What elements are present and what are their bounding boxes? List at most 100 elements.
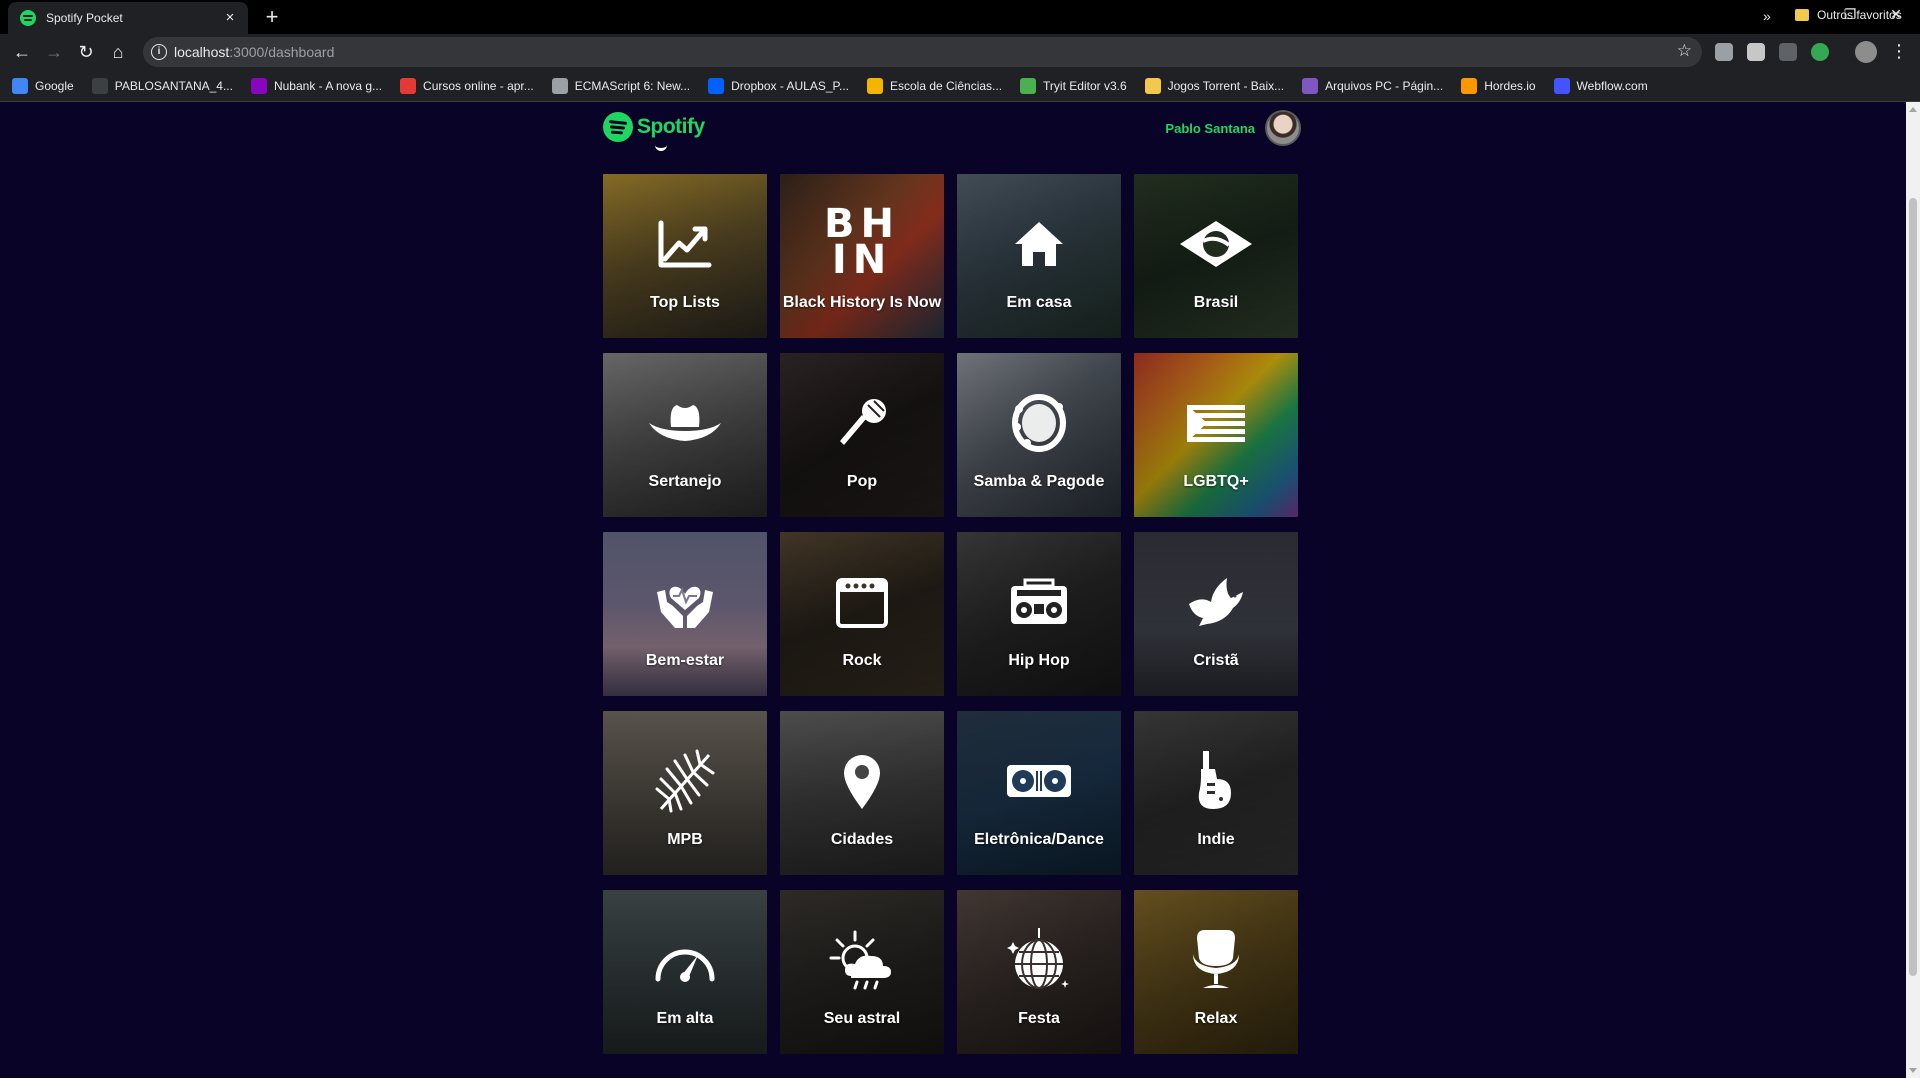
category-tile[interactable]: BH IN Black History Is Now (780, 174, 944, 338)
category-tile[interactable]: Festa (957, 890, 1121, 1054)
tab-close-icon[interactable]: × (222, 10, 238, 26)
category-tile[interactable]: Brasil (1134, 174, 1298, 338)
bookmark-item[interactable]: PABLOSANTANA_4... (91, 77, 233, 94)
category-label: Sertanejo (648, 473, 722, 490)
user-name: Pablo Santana (1165, 120, 1255, 136)
category-label: Bem-estar (645, 652, 725, 669)
other-bookmarks-folder[interactable]: Outros favoritos (1795, 8, 1902, 22)
palm-leaf-icon (647, 749, 723, 813)
map-pin-icon (824, 751, 900, 811)
page-scrollbar[interactable] (1906, 102, 1920, 1078)
reload-button[interactable]: ↻ (72, 38, 100, 66)
new-tab-button[interactable]: + (260, 6, 284, 30)
category-tile[interactable]: Cristã (1134, 532, 1298, 696)
site-info-icon[interactable]: i (151, 44, 167, 60)
address-bar[interactable]: i localhost:3000/dashboard ☆ (143, 37, 1702, 67)
category-tile[interactable]: Cidades (780, 711, 944, 875)
bookmark-favicon-icon (551, 77, 568, 94)
bookmark-item[interactable]: Escola de Ciências... (866, 77, 1002, 94)
bhin-logo: BH IN (824, 201, 900, 283)
bookmark-favicon-icon (12, 77, 28, 94)
bookmark-item[interactable]: Hordes.io (1461, 77, 1536, 94)
weather-sun-cloud-icon (824, 930, 900, 990)
bookmark-item[interactable]: Google (12, 77, 74, 94)
bookmark-favicon-icon (250, 77, 267, 94)
category-tile[interactable]: Em casa (957, 174, 1121, 338)
tab-title: Spotify Pocket (46, 11, 123, 25)
boombox-icon (1001, 572, 1077, 632)
bookmark-item[interactable]: Arquivos PC - Págin... (1302, 77, 1444, 94)
bookmark-label: Arquivos PC - Págin... (1325, 78, 1444, 93)
category-label: LGBTQ+ (1183, 473, 1249, 490)
category-tile[interactable]: Pop (780, 353, 944, 517)
category-grid: Top Lists BH IN Black History Is Now Em casa… (603, 174, 1298, 1054)
bookmark-favicon-icon (1553, 77, 1570, 94)
user-menu[interactable]: Pablo Santana (1165, 110, 1301, 146)
back-button[interactable]: ← (8, 38, 36, 66)
category-tile[interactable]: Relax (1134, 890, 1298, 1054)
category-tile[interactable]: Indie (1134, 711, 1298, 875)
category-label: Em alta (656, 1010, 714, 1027)
heading-fragment (655, 145, 667, 151)
app-header: Spotify Pablo Santana (603, 108, 1301, 148)
category-tile[interactable]: Rock (780, 532, 944, 696)
category-label: Cidades (830, 831, 894, 848)
home-button[interactable]: ⌂ (104, 38, 132, 66)
turntables-icon (1001, 751, 1077, 811)
tambourine-icon (1001, 393, 1077, 453)
bookmark-item[interactable]: Webflow.com (1553, 77, 1648, 94)
bookmark-label: Nubank - A nova g... (273, 78, 383, 93)
bookmark-item[interactable]: Nubank - A nova g... (250, 77, 383, 94)
browser-menu-icon[interactable]: ⋮ (1890, 42, 1908, 60)
microphone-icon (824, 393, 900, 453)
spotify-logo[interactable]: Spotify (603, 112, 705, 142)
extension-code-icon[interactable] (1779, 43, 1797, 61)
extension-puzzle-icon[interactable] (1747, 43, 1765, 61)
profile-avatar-icon[interactable] (1855, 41, 1877, 63)
bookmark-item[interactable]: Tryit Editor v3.6 (1020, 77, 1127, 94)
category-tile[interactable]: Top Lists (603, 174, 767, 338)
bookmark-favicon-icon (1302, 77, 1319, 94)
bookmark-label: Tryit Editor v3.6 (1043, 78, 1127, 93)
bookmark-item[interactable]: ECMAScript 6: New... (551, 77, 690, 94)
scroll-down-icon[interactable] (1909, 1068, 1917, 1073)
user-avatar (1265, 110, 1301, 146)
trending-up-icon (647, 214, 723, 274)
other-bookmarks-label: Outros favoritos (1817, 8, 1902, 22)
category-tile[interactable]: LGBTQ+ (1134, 353, 1298, 517)
category-label: Indie (1197, 831, 1235, 848)
house-icon (1001, 214, 1077, 274)
category-label: Black History Is Now (782, 294, 942, 311)
bookmark-item[interactable]: Cursos online - apr... (400, 77, 534, 94)
bookmarks-overflow-icon[interactable]: » (1763, 8, 1771, 24)
forward-button[interactable]: → (40, 38, 68, 66)
category-tile[interactable]: MPB (603, 711, 767, 875)
bookmark-star-icon[interactable]: ☆ (1677, 41, 1692, 61)
category-tile[interactable]: Sertanejo (603, 353, 767, 517)
browser-toolbar: ← → ↻ ⌂ i localhost:3000/dashboard ☆ ⋮ (0, 34, 1920, 70)
category-label: Eletrônica/Dance (974, 831, 1104, 848)
category-tile[interactable]: Em alta (603, 890, 767, 1054)
bookmark-favicon-icon (708, 77, 725, 94)
browser-tab[interactable]: Spotify Pocket × (8, 2, 248, 34)
category-tile[interactable]: Hip Hop (957, 532, 1121, 696)
bookmark-label: Dropbox - AULAS_P... (731, 78, 849, 93)
scroll-up-icon[interactable] (1909, 107, 1917, 112)
guitar-icon (1178, 751, 1254, 811)
bookmark-label: PABLOSANTANA_4... (114, 78, 233, 93)
bookmark-label: Webflow.com (1576, 78, 1648, 93)
category-tile[interactable]: Seu astral (780, 890, 944, 1054)
extension-circle-icon[interactable] (1811, 43, 1829, 61)
scroll-thumb[interactable] (1909, 198, 1917, 976)
extension-shield-icon[interactable] (1715, 43, 1733, 61)
url-path: :3000/dashboard (229, 44, 335, 60)
category-tile[interactable]: Eletrônica/Dance (957, 711, 1121, 875)
category-tile[interactable]: Bem-estar (603, 532, 767, 696)
bookmark-item[interactable]: Dropbox - AULAS_P... (708, 77, 849, 94)
pride-flag-icon (1178, 393, 1254, 453)
amplifier-icon (824, 572, 900, 632)
category-label: Cristã (1193, 652, 1239, 669)
brand-name: Spotify (637, 115, 705, 138)
category-tile[interactable]: Samba & Pagode (957, 353, 1121, 517)
bookmark-item[interactable]: Jogos Torrent - Baix... (1144, 77, 1284, 94)
